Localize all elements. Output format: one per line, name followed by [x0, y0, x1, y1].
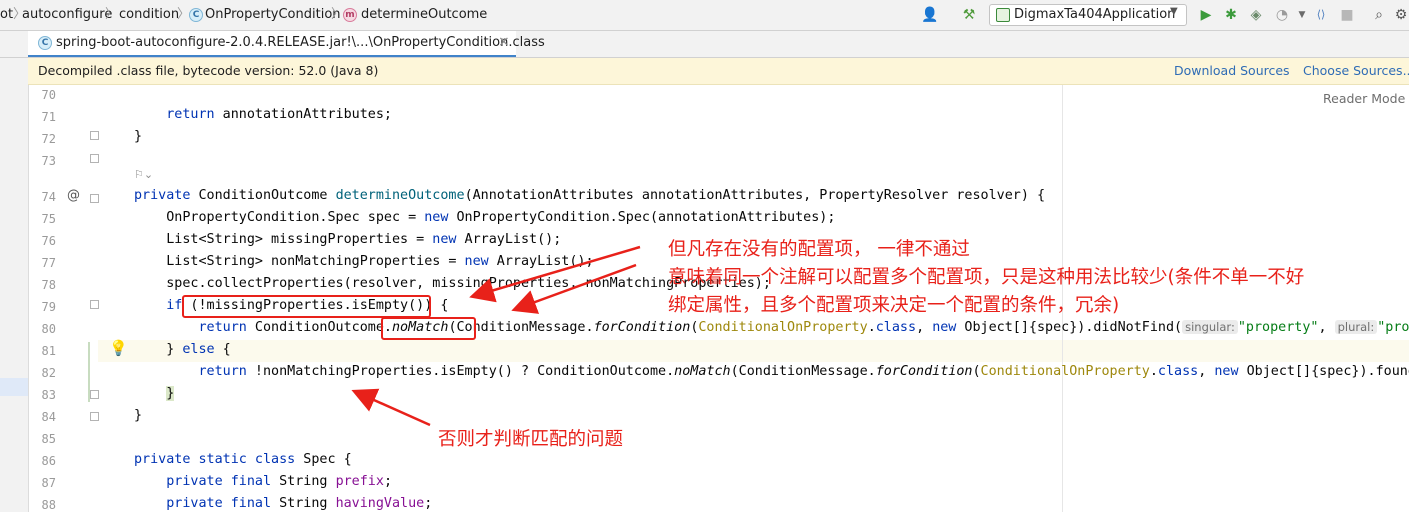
arrow-to-nomatch — [511, 263, 637, 314]
annotation-note-multiple: 意味着同一个注解可以配置多个配置项，只是这种用法比较少(条件不单一不好 — [668, 267, 1305, 288]
annotation-note-else: 否则才判断匹配的问题 — [438, 429, 624, 450]
annotation-note-missing: 但凡存在没有的配置项， 一律不通过 — [668, 239, 970, 260]
annotation-note-redundant: 绑定属性，且多个配置项来决定一个配置的条件，冗余) — [668, 295, 1120, 316]
arrow-to-else — [351, 388, 431, 427]
